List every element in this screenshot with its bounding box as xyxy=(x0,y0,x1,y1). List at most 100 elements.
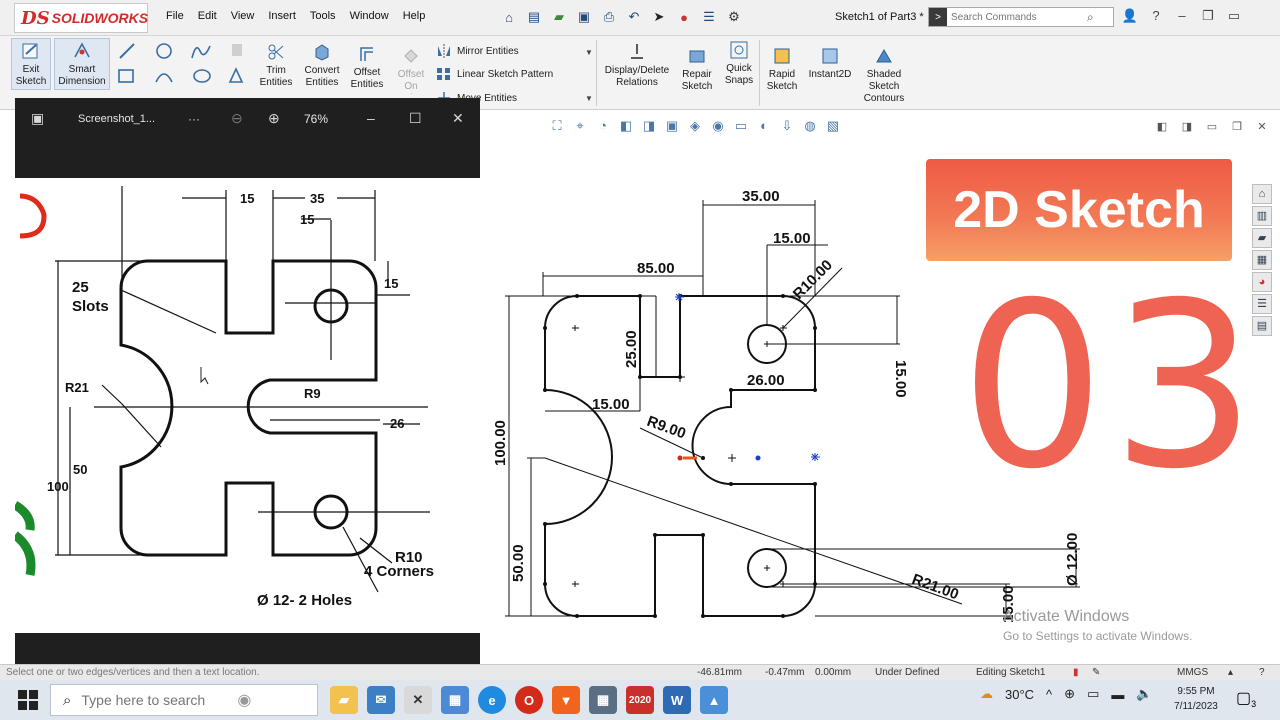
undo-icon[interactable]: ↶ xyxy=(623,8,645,26)
help-icon[interactable]: ? xyxy=(1146,8,1166,24)
search-highlight-icon[interactable]: ◉ xyxy=(237,690,251,710)
rebuild-icon[interactable]: ▮ xyxy=(1073,667,1079,678)
rectangle-icon[interactable] xyxy=(118,69,134,83)
quick-snaps-button[interactable]: Quick Snaps xyxy=(722,40,756,87)
dim-25[interactable]: 25.00 xyxy=(623,330,640,368)
home-icon[interactable]: ⌂ xyxy=(498,8,520,26)
viewer-close-icon[interactable]: ✕ xyxy=(452,110,464,127)
line-icon[interactable] xyxy=(119,43,135,59)
dim-100[interactable]: 100.00 xyxy=(492,420,509,466)
menu-insert[interactable]: Insert xyxy=(268,10,296,22)
rapid-sketch-button[interactable]: Rapid Sketch xyxy=(764,46,800,93)
taskbar-search-input[interactable] xyxy=(81,692,232,708)
file-properties-icon[interactable]: ☰ xyxy=(698,8,720,26)
window-icon[interactable]: ▭ xyxy=(1224,8,1244,24)
sketch-tools-grid[interactable] xyxy=(116,40,248,98)
move-dropdown-icon[interactable]: ▼ xyxy=(585,94,593,103)
volume-icon[interactable]: 🔈 xyxy=(1136,686,1152,702)
mirror-entities-button[interactable]: Mirror Entities xyxy=(436,44,519,58)
search-icon[interactable]: ⌕ xyxy=(1087,10,1094,25)
offset-on-surface-button[interactable]: Offset On Surface xyxy=(392,46,430,94)
xampp-app-icon[interactable]: ✕ xyxy=(404,686,432,714)
search-commands-input[interactable] xyxy=(947,11,1087,23)
photos-viewer-window[interactable]: ▣ Screenshot_1... ··· ⊖ ⊕ 76% – ☐ ✕ 15 3… xyxy=(15,98,480,670)
more-options-icon[interactable]: ··· xyxy=(188,112,200,126)
solidworks-logo[interactable]: DS SOLIDWORKS xyxy=(14,3,148,33)
dim-50[interactable]: 50.00 xyxy=(510,544,527,582)
weather-icon[interactable]: ☁ xyxy=(980,686,993,702)
zoom-out-icon[interactable]: ⊖ xyxy=(231,110,243,127)
new-document-icon[interactable]: ▤ xyxy=(523,8,545,26)
file-explorer-app-icon[interactable]: ▰ xyxy=(330,686,358,714)
trim-entities-button[interactable]: Trim Entities xyxy=(256,42,296,89)
menu-help[interactable]: Help xyxy=(403,10,426,22)
fillet-icon[interactable] xyxy=(228,67,244,83)
solidworks-app-icon[interactable]: 2020 xyxy=(626,686,654,714)
unit-system[interactable]: MMGS xyxy=(1177,667,1208,678)
calculator-app-icon[interactable]: ▦ xyxy=(589,686,617,714)
taskbar-search[interactable]: ⌕ ◉ xyxy=(50,684,318,716)
tray-chevron-icon[interactable]: ^ xyxy=(1046,687,1052,702)
status-edit-icon[interactable]: ✎ xyxy=(1092,667,1100,678)
search-commands-box[interactable]: > ⌕ xyxy=(928,7,1114,27)
notification-icon[interactable]: ▢3 xyxy=(1236,688,1256,709)
network-icon[interactable]: ⊕ xyxy=(1064,686,1075,702)
dim-26[interactable]: 26.00 xyxy=(747,372,785,389)
dim-dia-12[interactable]: Ø 12.00 xyxy=(1064,533,1081,586)
battery-icon[interactable]: ▬ xyxy=(1111,687,1124,702)
plane-icon[interactable] xyxy=(232,44,242,56)
repair-sketch-button[interactable]: Repair Sketch xyxy=(678,46,716,93)
dim-15-mid[interactable]: 15.00 xyxy=(592,396,630,413)
clock[interactable]: 9:55 PM 7/11/2023 xyxy=(1168,684,1224,714)
shaded-sketch-contours-button[interactable]: Shaded Sketch Contours xyxy=(860,46,908,105)
traffic-light-icon[interactable]: ● xyxy=(673,8,695,26)
restore-icon[interactable]: ❐ xyxy=(1198,8,1218,24)
ellipse-icon[interactable] xyxy=(193,69,211,83)
word-app-icon[interactable]: W xyxy=(663,686,691,714)
dim-r9[interactable]: R9.00 xyxy=(645,413,688,443)
mirror-dropdown-icon[interactable]: ▼ xyxy=(585,48,593,57)
select-cursor-icon[interactable]: ➤ xyxy=(648,8,670,26)
spline-icon[interactable] xyxy=(191,45,211,59)
menu-tools[interactable]: Tools xyxy=(310,10,336,22)
dim-85[interactable]: 85.00 xyxy=(637,260,675,277)
photos-app-icon[interactable]: ▲ xyxy=(700,686,728,714)
gear-icon[interactable]: ⚙ xyxy=(723,8,745,26)
exit-sketch-button[interactable]: Exit Sketch xyxy=(11,38,51,90)
arc-icon[interactable] xyxy=(155,73,173,83)
dim-15-right[interactable]: 15.00 xyxy=(892,360,909,398)
convert-entities-button[interactable]: Convert Entities xyxy=(300,42,344,89)
mail-app-icon[interactable]: ✉ xyxy=(367,686,395,714)
menu-file[interactable]: File xyxy=(166,10,184,22)
offset-entities-button[interactable]: Offset Entities xyxy=(346,44,388,91)
display-delete-relations-button[interactable]: Display/Delete Relations xyxy=(601,42,673,89)
status-help-icon[interactable]: ? xyxy=(1259,667,1265,678)
open-icon[interactable]: ▰ xyxy=(548,8,570,26)
user-icon[interactable]: 👤 xyxy=(1120,8,1140,24)
viewer-maximize-icon[interactable]: ☐ xyxy=(409,110,422,127)
display-icon[interactable]: ▭ xyxy=(1087,686,1099,702)
zoom-level[interactable]: 76% xyxy=(304,112,328,126)
circle-icon[interactable] xyxy=(156,43,172,59)
windows-start-icon[interactable] xyxy=(18,690,38,710)
print-icon[interactable]: ⎙ xyxy=(598,8,620,26)
menu-edit[interactable]: Edit xyxy=(198,10,217,22)
smart-dimension-button[interactable]: Smart Dimension xyxy=(54,38,110,90)
weather-temp[interactable]: 30°C xyxy=(1005,687,1034,702)
linear-sketch-pattern-button[interactable]: Linear Sketch Pattern xyxy=(436,67,553,81)
menu-window[interactable]: Window xyxy=(350,10,389,22)
instant2d-button[interactable]: Instant2D xyxy=(804,46,856,81)
viewer-minimize-icon[interactable]: – xyxy=(367,110,375,126)
brave-app-icon[interactable]: ▼ xyxy=(552,686,580,714)
menu-view[interactable]: View xyxy=(231,10,255,22)
edge-app-icon[interactable]: e xyxy=(478,686,506,714)
units-dropdown-icon[interactable]: ▴ xyxy=(1228,667,1233,678)
store-app-icon[interactable]: ▦ xyxy=(441,686,469,714)
opera-app-icon[interactable]: O xyxy=(515,686,543,714)
save-icon[interactable]: ▣ xyxy=(573,8,595,26)
zoom-in-icon[interactable]: ⊕ xyxy=(268,110,280,127)
minimize-icon[interactable]: – xyxy=(1172,8,1192,24)
dim-15-top[interactable]: 15.00 xyxy=(773,230,811,247)
dim-r21[interactable]: R21.00 xyxy=(910,571,961,604)
dim-35[interactable]: 35.00 xyxy=(742,188,780,205)
